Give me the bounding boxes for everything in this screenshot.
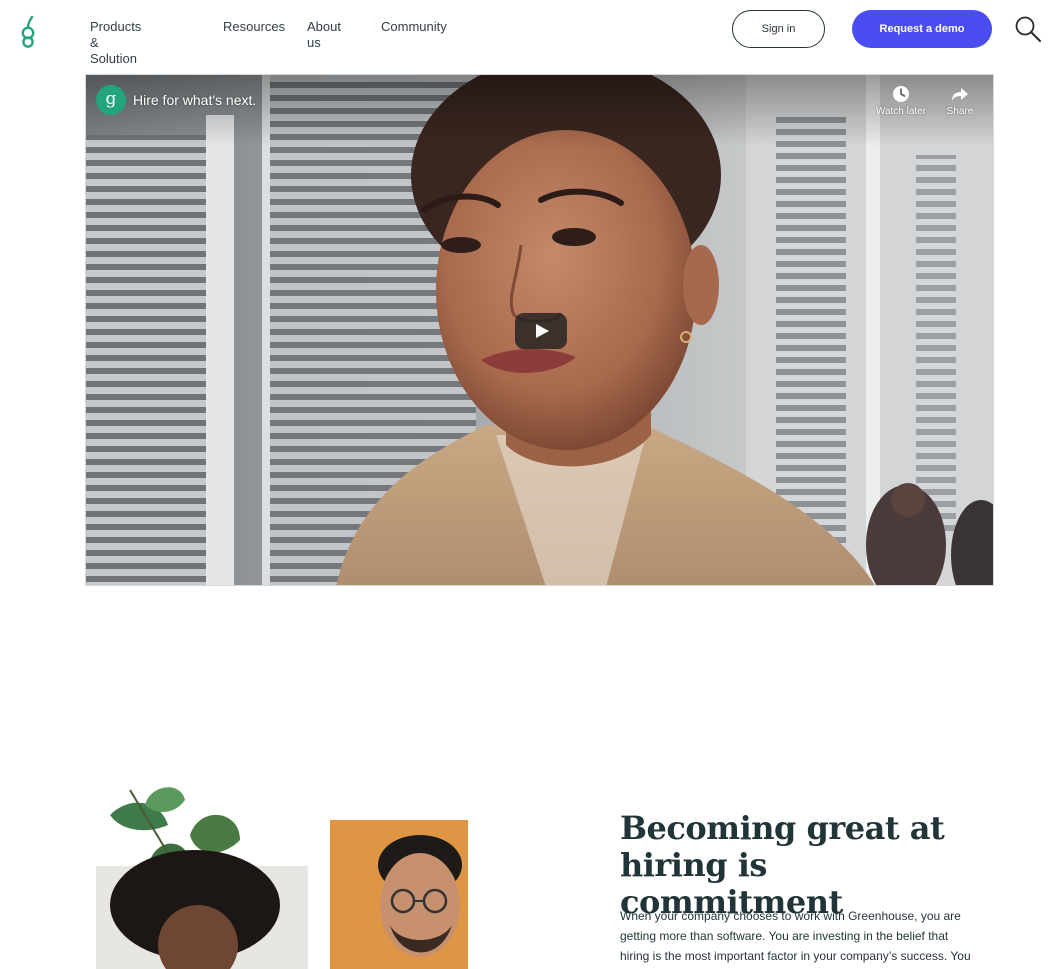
clock-icon xyxy=(893,86,909,102)
video-top-bar xyxy=(86,75,993,147)
request-demo-button[interactable]: Request a demo xyxy=(852,10,992,48)
nav-about-us[interactable]: About us xyxy=(307,19,341,50)
nav-products-solution[interactable]: Products & Solution xyxy=(90,19,141,66)
nav-resources[interactable]: Resources xyxy=(223,19,285,35)
team-photo-collage xyxy=(96,787,468,969)
sign-in-button[interactable]: Sign in xyxy=(732,10,825,48)
section-body-text: When your company chooses to work with G… xyxy=(620,909,971,963)
nav-community[interactable]: Community xyxy=(381,19,447,35)
video-player[interactable]: g Hire for what's next. Watch later Shar… xyxy=(85,74,994,586)
play-button-icon[interactable] xyxy=(515,313,567,349)
share-arrow-icon xyxy=(952,88,968,101)
section-heading: Becoming great at hiring is commitment xyxy=(620,810,980,921)
section-heading-line1: Becoming great at xyxy=(620,809,945,847)
watch-later-button[interactable]: Watch later xyxy=(872,85,930,117)
channel-avatar-icon[interactable]: g xyxy=(96,85,126,115)
video-title[interactable]: Hire for what's next. xyxy=(133,92,256,108)
watch-later-label: Watch later xyxy=(875,106,927,117)
greenhouse-logo-icon[interactable] xyxy=(17,14,39,48)
share-label: Share xyxy=(946,106,974,117)
search-icon[interactable] xyxy=(1014,15,1042,43)
share-button[interactable]: Share xyxy=(942,85,978,117)
